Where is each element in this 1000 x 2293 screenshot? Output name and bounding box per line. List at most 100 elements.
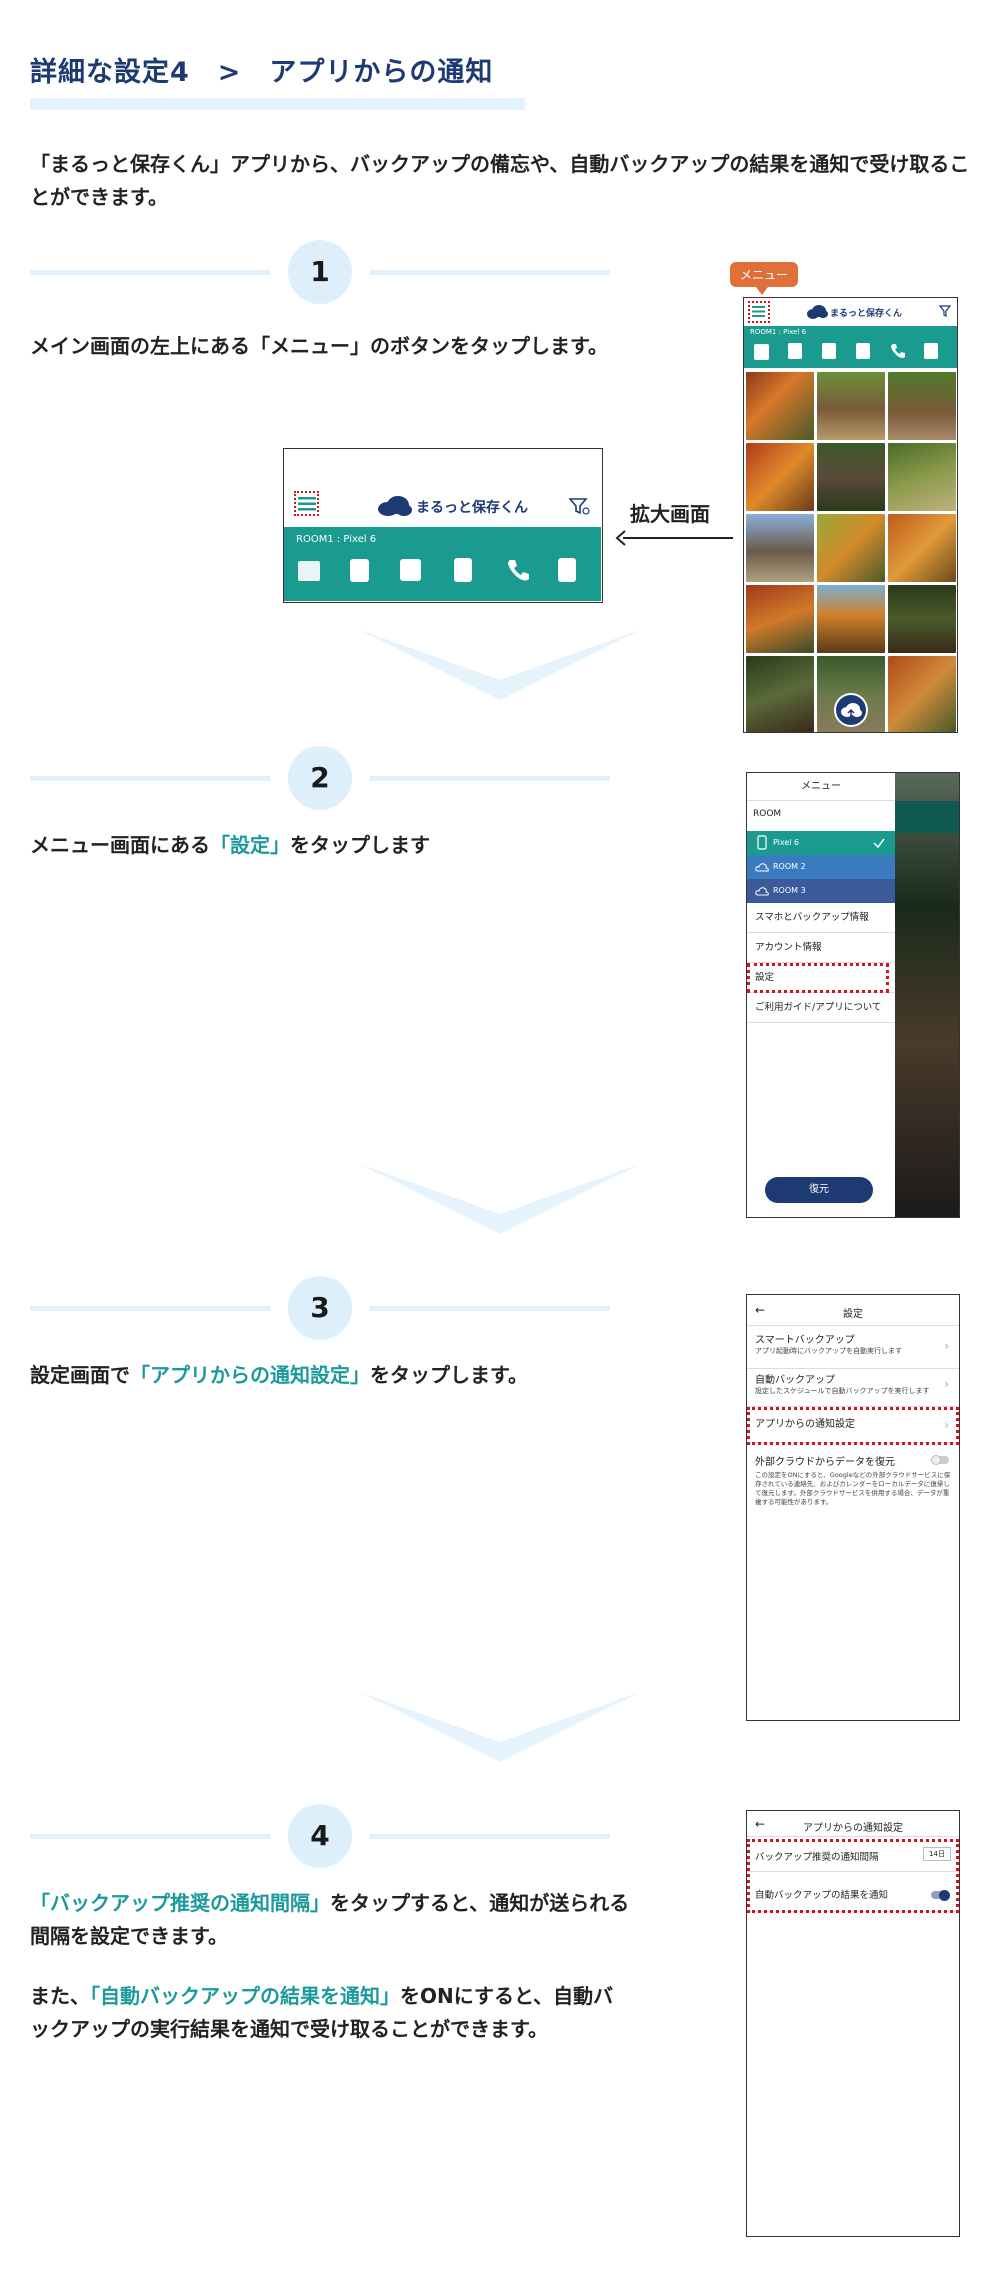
room-item-2[interactable]: ROOM 2	[747, 855, 895, 879]
step2-text: メニュー画面にある「設定」をタップします	[30, 833, 430, 857]
hamburger-icon[interactable]	[752, 306, 765, 317]
room-label: ROOM1 : Pixel 6	[750, 328, 807, 336]
step1-text: メイン画面の左上にある「メニュー」のボタンをタップします。	[30, 334, 608, 358]
photo-thumbnail[interactable]	[817, 585, 885, 653]
photo-thumbnail[interactable]	[817, 372, 885, 440]
check-icon	[873, 838, 885, 849]
cloud-restore-title: 外部クラウドからデータを復元	[755, 1457, 895, 1468]
contacts-icon[interactable]	[788, 343, 802, 359]
settings-screen-phone: ← 設定 スマートバックアップ アプリ起動時にバックアップを自動実行します › …	[746, 1294, 960, 1721]
cloud-icon	[755, 887, 769, 896]
main-screen-phone: まるっと保存くん ROOM1 : Pixel 6	[743, 297, 958, 733]
notification-options-highlight	[747, 1839, 959, 1913]
photo-thumbnail[interactable]	[746, 372, 814, 440]
photo-thumbnail[interactable]	[746, 656, 814, 732]
hamburger-icon[interactable]	[298, 496, 316, 511]
menu-screen-phone: メニュー ROOM Pixel 6 ROOM 2 ROOM 3 スマホとバックア…	[746, 772, 960, 1218]
auto-backup-item[interactable]: 自動バックアップ 設定したスケジュールで自動バックアップを実行します ›	[747, 1371, 959, 1407]
menu-item-guide[interactable]: ご利用ガイド/アプリについて	[747, 993, 895, 1023]
step4-paragraph-2: また、「自動バックアップの結果を通知」をONにすると、自動バックアップの実行結果…	[30, 1984, 614, 2041]
step-divider-right	[370, 270, 610, 275]
photo-thumbnail[interactable]	[746, 514, 814, 582]
cloud-icon	[755, 863, 769, 872]
document-icon[interactable]	[924, 343, 938, 359]
app-title: まるっと保存くん	[830, 309, 903, 319]
gallery-icon[interactable]	[754, 344, 769, 360]
callout-pointer	[756, 287, 768, 295]
music-icon[interactable]	[856, 343, 870, 359]
photo-thumbnail[interactable]	[817, 514, 885, 582]
chevron-right-icon: ›	[944, 1377, 949, 1391]
menu-title: メニュー	[747, 773, 895, 801]
item-desc: アプリ起動時にバックアップを自動実行します	[755, 1347, 902, 1355]
app-title: まるっと保存くん	[416, 500, 528, 516]
step3-text: 設定画面で「アプリからの通知設定」をタップします。	[30, 1363, 528, 1387]
smart-backup-item[interactable]: スマートバックアップ アプリ起動時にバックアップを自動実行します ›	[747, 1331, 959, 1369]
page-title: 詳細な設定4 > アプリからの通知	[30, 57, 494, 88]
gallery-icon[interactable]	[298, 561, 320, 581]
toolbar: ROOM1 : Pixel 6	[744, 326, 957, 368]
title-underline	[30, 98, 525, 110]
notification-highlight	[747, 1407, 959, 1445]
settings-title: 設定	[843, 1309, 863, 1320]
step-divider-left	[30, 1834, 270, 1839]
photo-thumbnail[interactable]	[817, 443, 885, 511]
divider	[747, 1836, 959, 1837]
step-number-1: 1	[288, 240, 352, 304]
photo-thumbnail[interactable]	[888, 585, 956, 653]
step-number-2: 2	[288, 746, 352, 810]
intro-text: 「まるっと保存くん」アプリから、バックアップの備忘や、自動バックアップの結果を通…	[30, 152, 970, 209]
cloud-upload-icon	[841, 703, 862, 717]
room-header: ROOM	[753, 809, 782, 819]
document-icon[interactable]	[558, 558, 576, 582]
zoom-label: 拡大画面	[630, 502, 710, 526]
dimmed-background	[895, 773, 959, 1217]
photo-thumbnail[interactable]	[888, 514, 956, 582]
chevron-right-icon: ›	[944, 1339, 949, 1353]
down-chevron	[360, 1692, 640, 1762]
cloud-logo-icon	[807, 305, 828, 319]
menu-drawer: メニュー ROOM Pixel 6 ROOM 2 ROOM 3 スマホとバックア…	[747, 773, 895, 1217]
phone-icon[interactable]	[890, 343, 905, 359]
step-divider-right	[370, 1834, 610, 1839]
cloud-restore-toggle[interactable]	[931, 1455, 949, 1465]
down-chevron	[360, 1164, 640, 1234]
item-title: スマートバックアップ	[755, 1335, 855, 1346]
down-chevron	[360, 630, 640, 700]
item-desc: 設定したスケジュールで自動バックアップを実行します	[755, 1387, 930, 1395]
photo-thumbnail[interactable]	[888, 656, 956, 732]
restore-button[interactable]: 復元	[765, 1177, 873, 1203]
room-label: ROOM1 : Pixel 6	[296, 534, 377, 545]
dimmed-toolbar	[895, 801, 959, 833]
step4-paragraph-1: 「バックアップ推奨の通知間隔」をタップすると、通知が送られる間隔を設定できます。	[30, 1891, 630, 1948]
photo-thumbnail[interactable]	[746, 443, 814, 511]
filter-icon[interactable]	[939, 305, 953, 317]
phone-icon[interactable]	[506, 558, 530, 582]
backup-fab[interactable]	[834, 693, 868, 727]
notification-settings-title: アプリからの通知設定	[803, 1823, 903, 1834]
music-icon[interactable]	[454, 558, 472, 582]
contacts-icon[interactable]	[350, 559, 369, 582]
room-item-3[interactable]: ROOM 3	[747, 879, 895, 903]
menu-item-account[interactable]: アカウント情報	[747, 933, 895, 963]
cloud-restore-desc: この設定をONにすると、Googleなどの外部クラウドサービスに保存されている連…	[755, 1471, 951, 1506]
filter-icon[interactable]	[569, 497, 591, 515]
notification-settings-phone: ← アプリからの通知設定 バックアップ推奨の通知間隔 14日 自動バックアップの…	[746, 1810, 960, 2237]
photo-thumbnail[interactable]	[888, 443, 956, 511]
menu-item-device-info[interactable]: スマホとバックアップ情報	[747, 903, 895, 933]
step-divider-right	[370, 1306, 610, 1311]
step-divider-left	[30, 1306, 270, 1311]
zoom-arrow	[615, 530, 733, 546]
step-divider-right	[370, 776, 610, 781]
step-number-4: 4	[288, 1804, 352, 1868]
menu-callout: メニュー	[730, 262, 799, 287]
photo-thumbnail[interactable]	[888, 372, 956, 440]
zoomed-header-screen: まるっと保存くん ROOM1 : Pixel 6	[283, 448, 603, 603]
toolbar: ROOM1 : Pixel 6	[284, 527, 601, 601]
calendar-icon[interactable]	[400, 559, 421, 581]
item-title: 自動バックアップ	[755, 1375, 835, 1386]
calendar-icon[interactable]	[822, 343, 836, 359]
step-divider-left	[30, 776, 270, 781]
photo-thumbnail[interactable]	[746, 585, 814, 653]
settings-highlight	[747, 963, 889, 993]
